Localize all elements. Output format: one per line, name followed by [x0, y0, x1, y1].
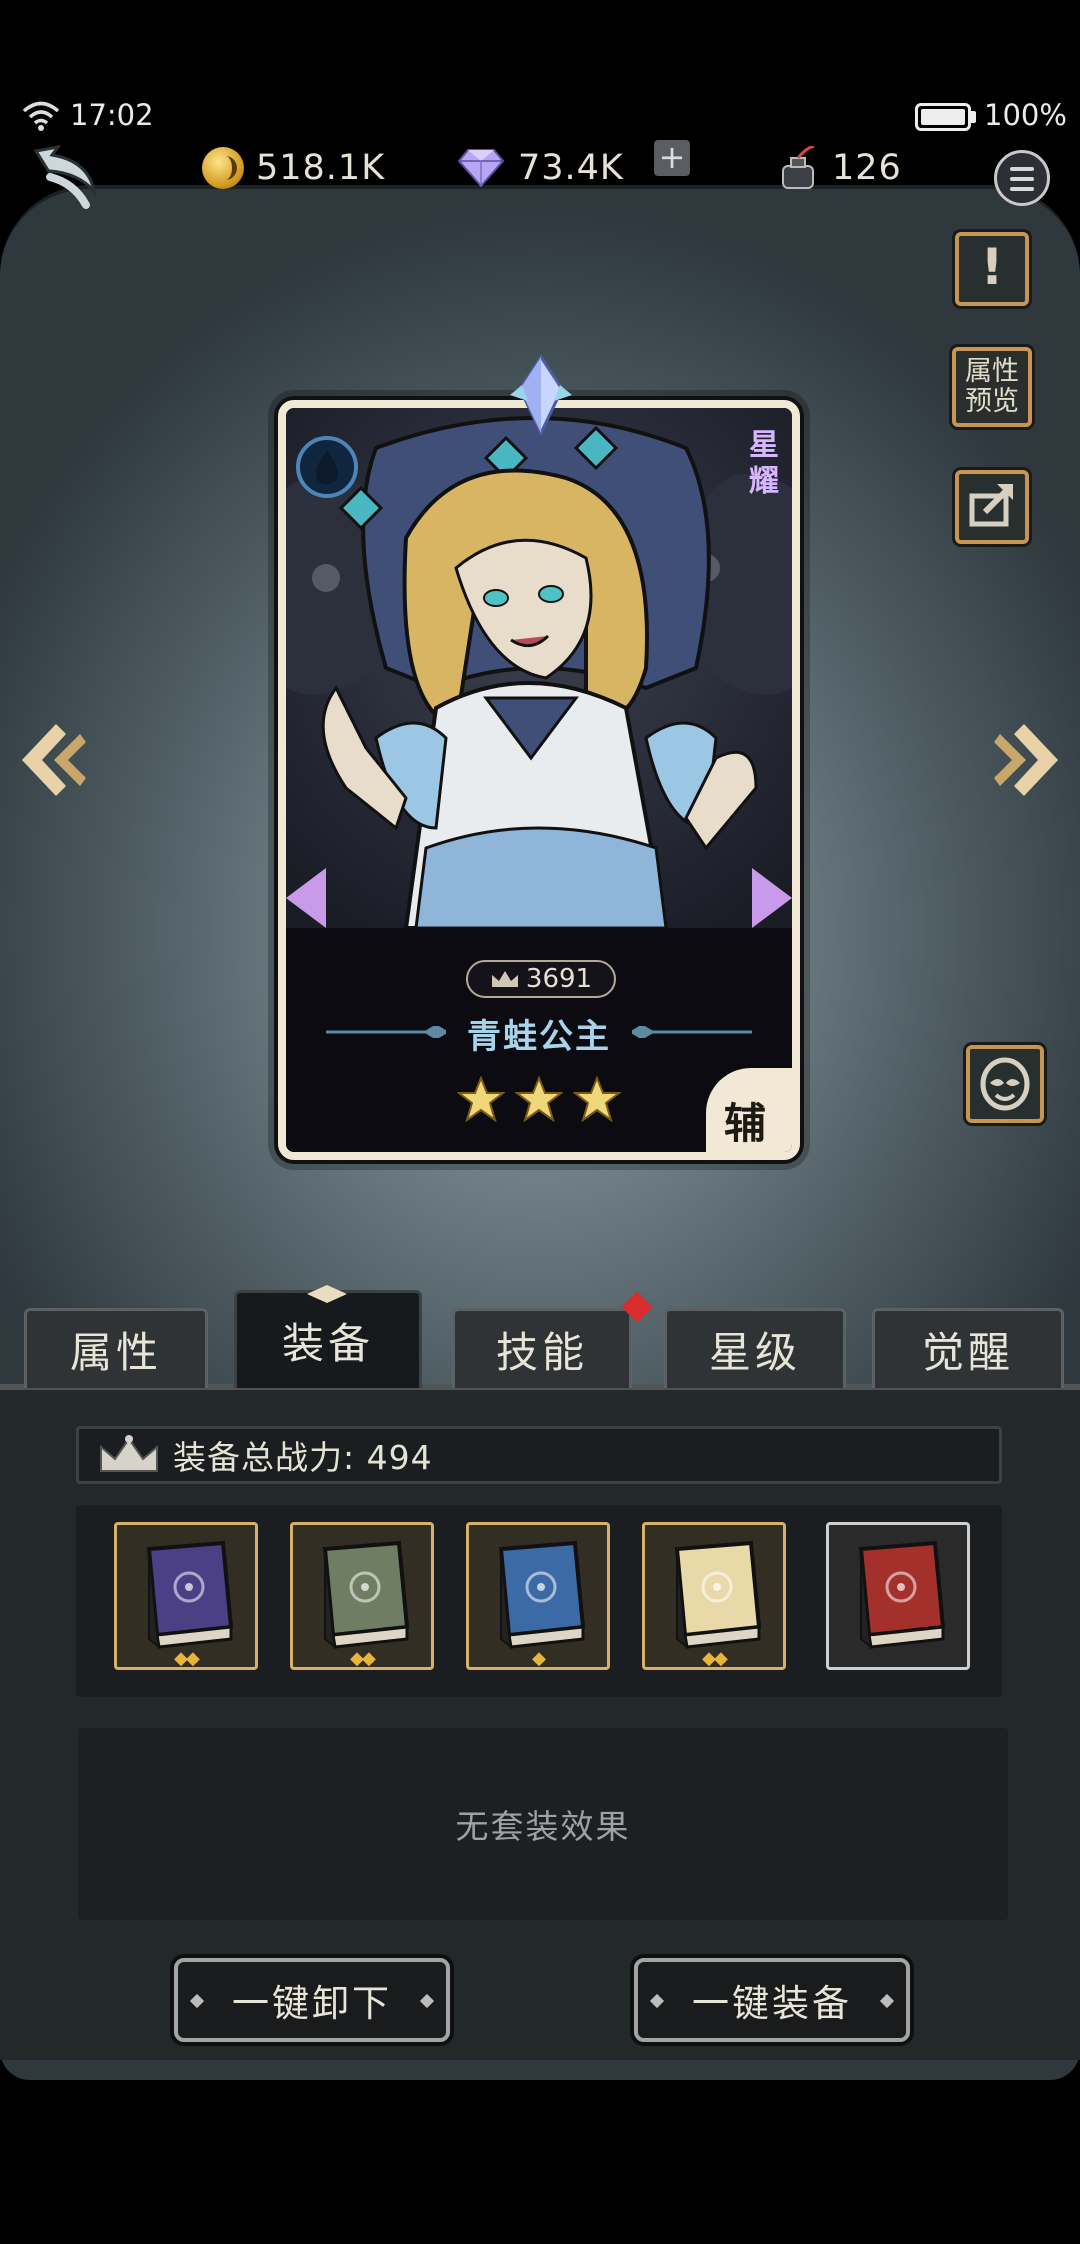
status-time: 17:02	[70, 98, 154, 132]
rank-char-2: 耀	[749, 464, 779, 499]
slot-star-rating: ◆◆	[350, 1648, 376, 1669]
role-label: 辅	[724, 1099, 767, 1148]
crown-icon	[491, 971, 518, 987]
battery-nub	[971, 111, 976, 123]
attribute-preview-button[interactable]: 属性 预览	[952, 347, 1032, 427]
crown-icon	[100, 1435, 158, 1472]
slot-star-rating: ◆◆	[702, 1648, 728, 1669]
equipment-panel	[0, 1390, 1080, 2060]
hero-name-row: 青蛙公主	[286, 1008, 792, 1058]
rank-char-1: 星	[749, 428, 779, 463]
diamond-icon	[458, 149, 504, 188]
crystal-crest-icon	[510, 355, 572, 435]
slot-star-rating: ◆◆	[174, 1648, 200, 1669]
spellbook-icon	[322, 1540, 410, 1650]
spellbook-icon	[858, 1540, 946, 1650]
equipment-slot[interactable]: ◆◆	[290, 1522, 434, 1670]
equipment-slot[interactable]: ◆◆	[114, 1522, 258, 1670]
back-arrow-icon[interactable]	[28, 143, 102, 213]
wifi-icon	[22, 101, 60, 131]
battery-icon	[915, 103, 971, 131]
tab-equipment[interactable]: 装备	[234, 1290, 422, 1388]
equipment-total-power-bar: 装备总战力: 494	[76, 1426, 1002, 1484]
info-alert-button[interactable]	[955, 232, 1029, 306]
next-hero-arrow-icon[interactable]	[992, 720, 1062, 800]
preview-label-1: 属性	[965, 356, 1019, 387]
mask-icon	[980, 1057, 1030, 1111]
ink-bottle-icon	[782, 146, 815, 189]
tab-skills-label: 技能	[495, 1328, 588, 1377]
skin-button[interactable]	[966, 1045, 1044, 1123]
star-icon	[573, 1076, 621, 1122]
hero-card[interactable]: 星 耀 3691 青蛙公主 辅	[278, 400, 800, 1160]
equipment-slot[interactable]: ◆	[466, 1522, 610, 1670]
equipment-slot[interactable]: ◆◆	[642, 1522, 786, 1670]
gem-resource: 73.4K	[458, 140, 624, 196]
equipment-slot[interactable]	[826, 1522, 970, 1670]
unequip-all-button[interactable]: 一键卸下	[174, 1958, 450, 2042]
hero-portrait	[286, 408, 792, 928]
role-badge: 辅	[706, 1068, 792, 1152]
battery-percent: 100%	[984, 98, 1067, 132]
set-effect-text: 无套装效果	[455, 1807, 631, 1846]
coin-value: 518.1K	[256, 148, 386, 188]
equip-all-button[interactable]: 一键装备	[634, 1958, 910, 2042]
equip-all-label: 一键装备	[692, 1982, 852, 2025]
bottom-bar	[0, 2080, 1080, 2244]
menu-button[interactable]	[994, 150, 1050, 206]
coin-resource: 518.1K	[202, 140, 385, 196]
spellbook-icon	[674, 1540, 762, 1650]
tab-star-level-label: 星级	[708, 1328, 801, 1377]
star-icon	[515, 1076, 563, 1122]
hero-power-pill: 3691	[466, 960, 616, 998]
tab-star-level[interactable]: 星级	[664, 1308, 846, 1388]
moon-coin-icon	[202, 147, 244, 189]
rank-badge: 星 耀	[746, 428, 782, 500]
ink-resource: 126	[778, 140, 902, 196]
tab-attributes-label: 属性	[69, 1328, 162, 1377]
previous-hero-arrow-icon[interactable]	[18, 720, 88, 800]
tab-awakening[interactable]: 觉醒	[872, 1308, 1064, 1388]
star-icon	[457, 1076, 505, 1122]
share-button[interactable]	[955, 470, 1029, 544]
unequip-all-label: 一键卸下	[232, 1982, 392, 2025]
hero-name: 青蛙公主	[467, 1016, 611, 1057]
slot-star-rating: ◆	[532, 1648, 546, 1669]
gem-value: 73.4K	[518, 148, 624, 188]
equipment-total-power: 装备总战力: 494	[173, 1438, 433, 1477]
hero-power-value: 3691	[525, 964, 593, 994]
ink-value: 126	[832, 148, 902, 188]
tab-attributes[interactable]: 属性	[24, 1308, 208, 1388]
water-element-icon	[296, 436, 358, 498]
spellbook-icon	[146, 1540, 234, 1650]
share-icon	[969, 484, 1013, 527]
active-tab-marker-icon	[307, 1285, 347, 1303]
set-effect-panel: 无套装效果	[78, 1728, 1008, 1920]
add-gems-button[interactable]: +	[654, 140, 690, 176]
spellbook-icon	[498, 1540, 586, 1650]
tab-equipment-label: 装备	[281, 1319, 374, 1368]
tab-awakening-label: 觉醒	[921, 1328, 1014, 1377]
tab-skills[interactable]: 技能	[452, 1308, 632, 1388]
preview-label-2: 预览	[965, 386, 1019, 417]
